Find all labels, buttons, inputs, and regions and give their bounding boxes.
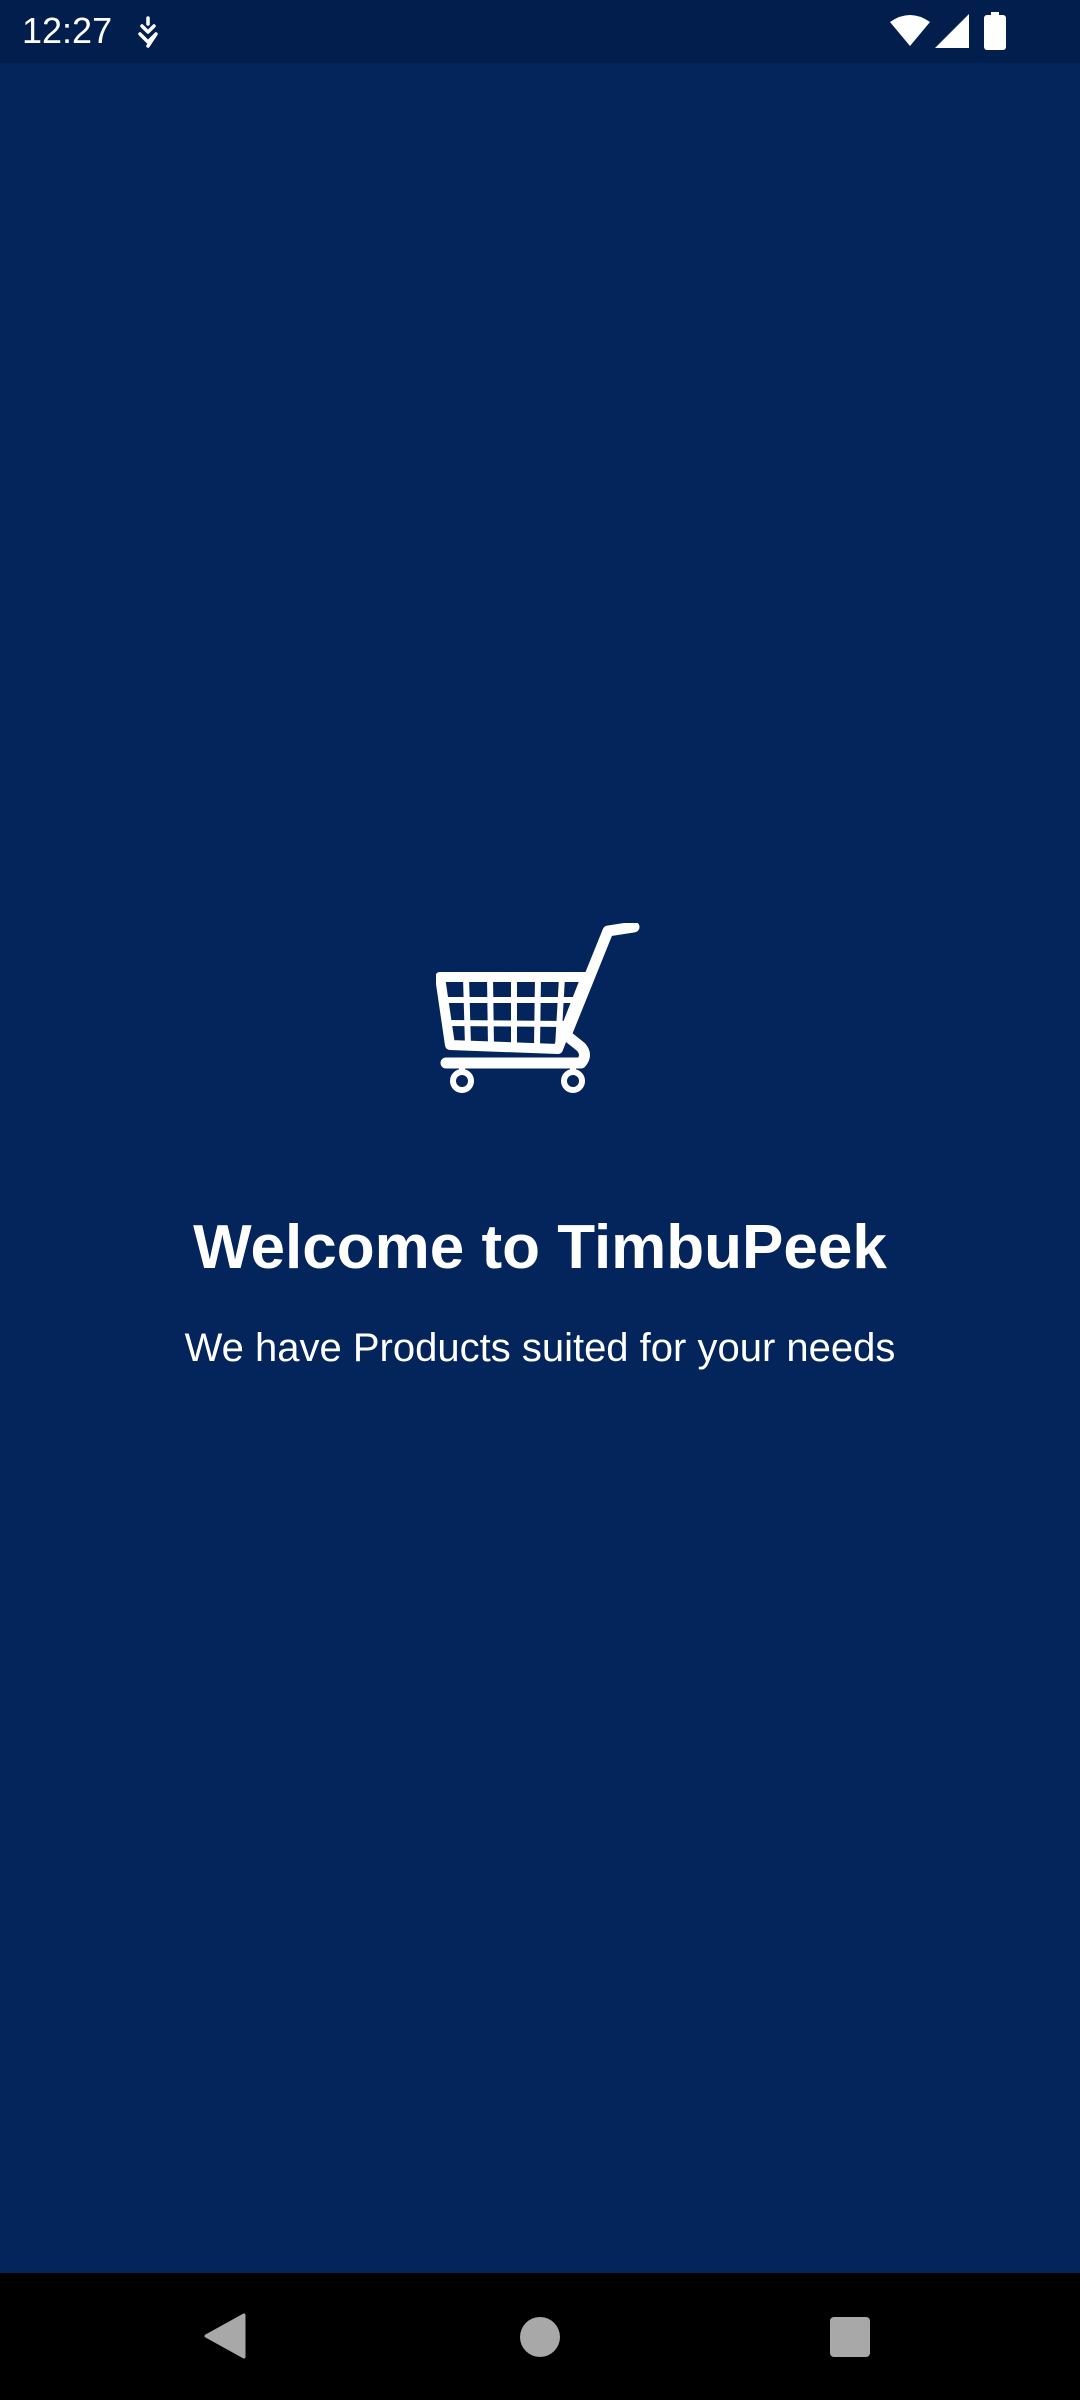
welcome-title: Welcome to TimbuPeek: [193, 1213, 887, 1282]
status-bar: 12:27: [0, 0, 1080, 63]
battery-icon: [984, 12, 1006, 50]
recents-icon[interactable]: [830, 2317, 870, 2357]
notification-icon: [138, 16, 158, 48]
welcome-subtitle: We have Products suited for your needs: [184, 1326, 896, 1370]
wifi-icon: [890, 15, 930, 46]
status-time: 12:27: [22, 10, 113, 51]
signal-icon: [935, 14, 969, 48]
shopping-cart-icon: [436, 923, 640, 1093]
splash-screen: Welcome to TimbuPeek We have Products su…: [0, 63, 1080, 2273]
system-nav-bar: [0, 2273, 1080, 2400]
home-icon[interactable]: [520, 2317, 560, 2357]
app-root: 12:27 Welcome to TimbuPeek We have Produ…: [0, 0, 1080, 2400]
back-icon[interactable]: [204, 2313, 246, 2359]
